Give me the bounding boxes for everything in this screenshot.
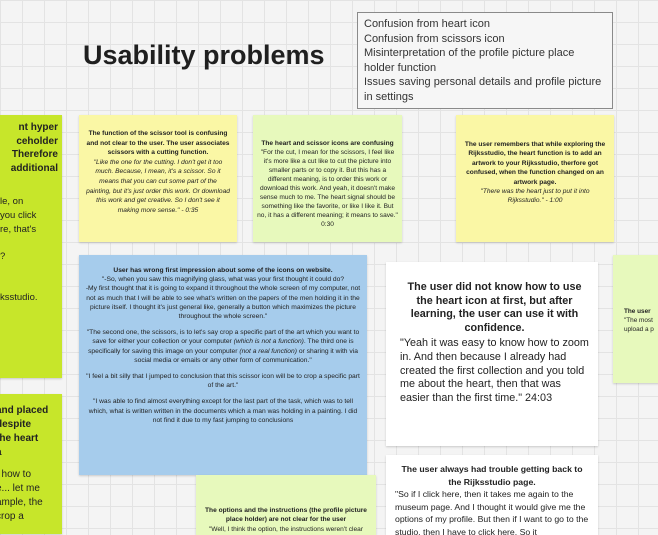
summary-line: Confusion from heart icon: [364, 18, 490, 30]
note-title: and placed despite the heart a: [0, 405, 49, 458]
note-paragraph: "I was able to find almost everything ex…: [88, 398, 358, 424]
sticky-note-heart-scissor-icons[interactable]: The heart and scissor icons are confusin…: [253, 115, 402, 242]
note-body: upload a p: [624, 326, 654, 333]
summary-line: Misinterpretation of the profile picture…: [364, 47, 575, 74]
card-rijksstudio-navigation[interactable]: The user always had trouble getting back…: [386, 455, 598, 535]
sticky-note-scissor-tool[interactable]: The function of the scissor tool is conf…: [79, 115, 237, 242]
sticky-note-left-top[interactable]: nt hyper ceholder Therefore additional l…: [0, 115, 62, 378]
note-paragraph: "I feel a bit silly that I jumped to con…: [86, 373, 360, 390]
sticky-note-right-edge[interactable]: The user "The most upload a p: [613, 255, 658, 383]
card-body: "So if I click here, then it takes me ag…: [395, 489, 589, 535]
board-title: Usability problems: [83, 40, 325, 70]
sticky-note-profile-placeholder[interactable]: The options and the instructions (the pr…: [196, 475, 376, 535]
note-title: The function of the scissor tool is conf…: [86, 130, 230, 157]
card-title: The user did not know how to use the hea…: [407, 281, 582, 334]
note-body: "Well, I think the option, the instructi…: [208, 525, 364, 533]
summary-text-box[interactable]: Confusion from heart icon Confusion from…: [357, 12, 613, 109]
card-body: "Yeah it was easy to know how to zoom in…: [400, 337, 589, 404]
note-body: "For the cut, I mean for the scissors, I…: [257, 149, 398, 228]
note-title: The options and the instructions (the pr…: [205, 507, 367, 524]
note-paragraph: "The second one, the scissors, is to let…: [86, 329, 360, 364]
sticky-note-heart-function[interactable]: The user remembers that while exploring …: [456, 115, 614, 242]
summary-line: Issues saving personal details and profi…: [364, 76, 602, 103]
note-body: "The most: [624, 317, 653, 324]
card-title: The user always had trouble getting back…: [401, 464, 583, 487]
note-body: t how to e... let me ample, the crop a: [0, 469, 43, 522]
sticky-note-left-bottom[interactable]: and placed despite the heart a t how to …: [0, 394, 62, 534]
note-title: The heart and scissor icons are confusin…: [261, 140, 394, 147]
note-title: User has wrong first impression about so…: [113, 267, 333, 274]
sticky-note-icon-first-impression[interactable]: User has wrong first impression about so…: [79, 255, 367, 475]
note-title: The user remembers that while exploring …: [464, 141, 606, 186]
summary-line: Confusion from scissors icon: [364, 32, 505, 45]
note-quote: "There was the heart just to put it into…: [480, 188, 590, 205]
note-body: le, on you click re, that's ? ksstudio.: [0, 196, 38, 303]
note-paragraph: "-So, when you saw this magnifying glass…: [85, 276, 361, 321]
note-quote: "Like the one for the cutting. I don't g…: [86, 158, 230, 214]
note-title: nt hyper ceholder Therefore additional: [10, 122, 58, 174]
card-heart-icon-learning[interactable]: The user did not know how to use the hea…: [386, 262, 598, 446]
note-title: The user: [624, 308, 651, 315]
